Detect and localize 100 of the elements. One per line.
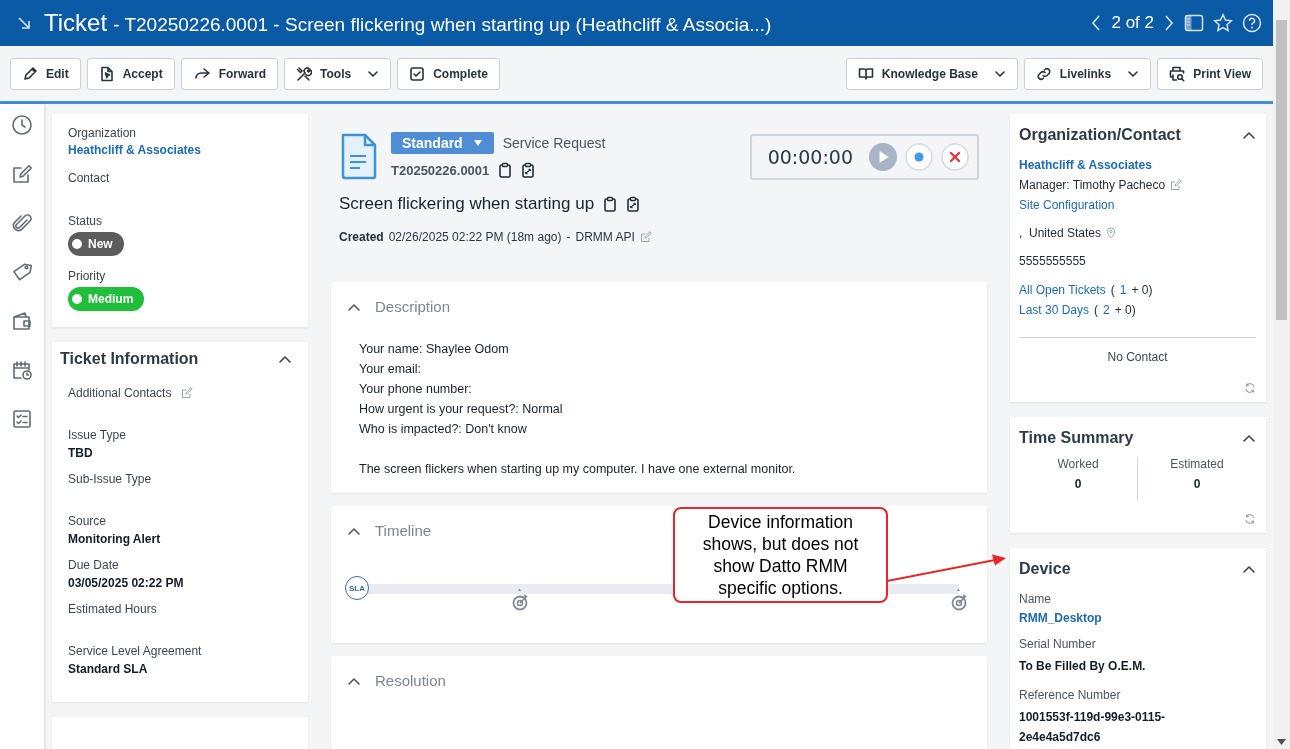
paren-text: ( [1110,283,1115,297]
field-value: Monitoring Alert [68,532,162,546]
help-icon[interactable] [1242,13,1262,33]
sla-marker[interactable]: SLA [345,576,369,601]
edit-icon[interactable] [1170,179,1183,191]
ticket-count-link[interactable]: 2 [1103,303,1110,317]
status-pill[interactable]: New [68,232,124,256]
card-title: Organization/Contact [1019,126,1181,144]
toolbar-button[interactable]: Tools [284,57,392,90]
field-label: Serial Number [1019,637,1097,651]
description-line: Who is impacted?: Don't know [359,421,528,439]
ticket-type-dropdown[interactable]: Standard [391,132,494,154]
clipboard-link-icon[interactable] [626,196,641,212]
site-configuration-link[interactable]: Site Configuration [1019,198,1256,212]
field-label: Priority [68,269,107,283]
tickets-link[interactable]: All Open Tickets [1019,283,1106,297]
toolbar-button[interactable]: Knowledge Base [845,57,1018,90]
scroll-down-icon[interactable] [1277,739,1286,745]
field-value: Standard SLA [68,662,149,676]
collapse-arrow-icon[interactable] [16,15,32,31]
field-label: Source [68,514,107,528]
forward-arrow-icon [192,65,211,82]
checklist-icon[interactable] [11,408,33,430]
star-icon[interactable] [1213,13,1233,33]
field-value: 1001553f-119d-99e3-0115-2e4e4a5d7dc6 [1019,709,1167,746]
calendar-clock-icon[interactable] [11,359,33,381]
checkbox-icon [409,65,426,82]
toolbar-button[interactable]: Livelinks [1023,57,1152,90]
organization-link[interactable]: Heathcliff & Associates [68,143,201,157]
organization-link[interactable]: Heathcliff & Associates [1019,158,1256,172]
time-value: 0 [1192,477,1202,493]
toolbar-button[interactable]: Complete [397,57,500,90]
target-icon[interactable] [951,588,969,613]
clock-icon[interactable] [11,114,33,136]
link-icon [1035,65,1052,82]
tag-icon[interactable] [11,261,33,283]
refresh-icon[interactable] [1244,513,1256,525]
edit-icon[interactable] [181,387,194,399]
document-icon [339,132,379,180]
field-label: Estimated Hours [68,602,157,616]
separator-text: - [566,230,571,244]
time-value: 0 [1073,477,1083,493]
stop-button-icon[interactable] [941,143,969,171]
card-title: Time Summary [1019,429,1134,447]
toolbar-button[interactable]: Accept [86,57,175,90]
count-text: + 0) [1131,283,1153,297]
field-label: Name [1019,592,1052,606]
next-icon[interactable] [1163,14,1175,32]
card-title: Device [1019,560,1071,578]
created-date: 02/26/2025 02:22 PM (18m ago) [388,230,562,244]
paperclip-icon[interactable] [11,212,33,234]
clipboard-link-icon[interactable] [521,162,536,178]
field-value: To Be Filled By O.E.M. [1019,658,1147,675]
toolbar-button[interactable]: Edit [10,57,81,90]
wallet-icon[interactable] [11,310,33,332]
description-line: Your email: [359,361,423,379]
refresh-icon[interactable] [1244,382,1256,394]
field-label: Status [68,214,104,228]
field-label: Organization [68,126,138,140]
ticket-category: Service Request [502,135,606,151]
device-name-link[interactable]: RMM_Desktop [1019,611,1256,625]
description-line: The screen flickers when starting up my computer. I have one external monitor. [359,461,797,479]
field-label: Due Date [68,558,119,572]
note-edit-icon[interactable] [11,163,33,185]
field-label: Contact [68,171,111,185]
record-button-icon[interactable] [905,143,933,171]
ticket-number: T20250226.0001 [391,162,490,178]
section-title: Resolution [375,672,446,690]
print-preview-icon [1169,65,1186,82]
scrollbar-thumb[interactable] [1276,20,1287,320]
time-label: Estimated [1169,457,1225,471]
toolbar-button[interactable]: Print View [1157,57,1263,90]
book-icon [857,65,874,82]
pager-text: 2 of 2 [1111,13,1154,33]
paren-text: ( [1094,303,1099,317]
phone-number: 5555555555 [1019,254,1087,268]
ticket-count-link[interactable]: 1 [1119,283,1127,297]
clipboard-icon[interactable] [498,162,513,178]
ticket-title: - T20250226.0001 - Screen flickering when starting up (Heathcliff & Associa...) [113,14,772,36]
time-label: Worked [1056,457,1100,471]
field-label: Sub-Issue Type [68,472,152,486]
tickets-link[interactable]: Last 30 Days [1019,303,1090,317]
clipboard-icon[interactable] [603,196,618,212]
caret-icon [472,139,483,147]
pencil-icon [22,65,38,82]
panel-icon[interactable] [1184,14,1204,32]
count-text: + 0) [1114,303,1136,317]
target-icon[interactable] [512,588,531,613]
document-cursor-icon [98,65,115,82]
manager-text: Manager: Timothy Pacheco [1019,178,1166,192]
field-label: Service Level Agreement [68,644,202,658]
section-title: Timeline [375,522,432,540]
description-line: How urgent is your request?: Normal [359,401,564,419]
previous-icon[interactable] [1090,14,1103,32]
field-label: Additional Contacts [68,386,172,400]
created-label: Created [339,230,384,244]
tools-icon [296,65,313,82]
section-title: Description [375,298,451,316]
scrollbar[interactable] [1273,0,1290,749]
toolbar-button[interactable]: Forward [180,57,279,90]
